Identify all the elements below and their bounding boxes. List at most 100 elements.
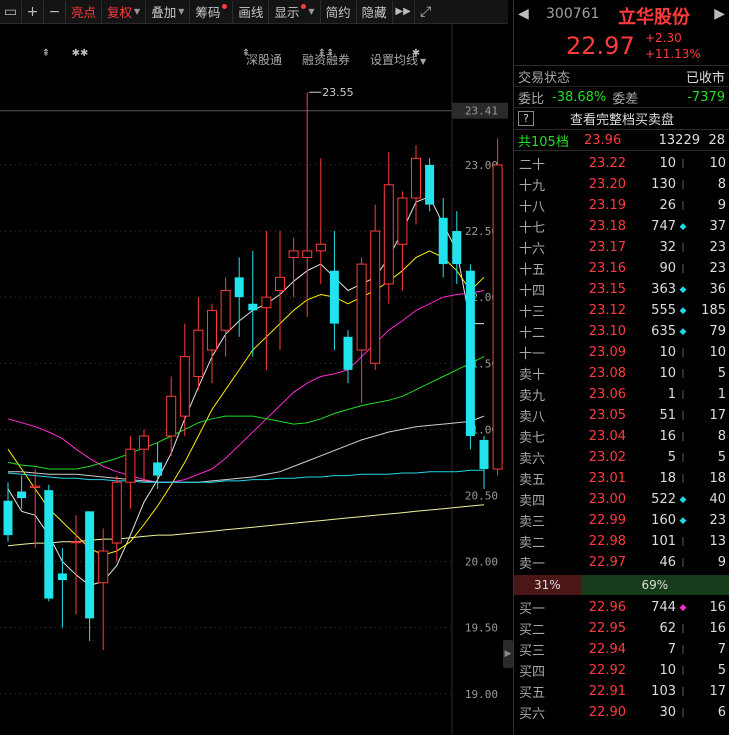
candle-body-down bbox=[343, 336, 353, 370]
candle-body-down bbox=[44, 490, 54, 599]
bid-level-row[interactable]: 买五 22.91 103 | 17 bbox=[514, 681, 729, 702]
ask-level-row[interactable]: 卖十 23.08 10 | 5 bbox=[514, 363, 729, 384]
overlay-button[interactable]: 叠加 ▼ bbox=[146, 0, 191, 23]
fullscreen-icon[interactable]: ⤢ bbox=[415, 1, 437, 23]
highlight-button[interactable]: 亮点 bbox=[66, 0, 103, 23]
ask-level-price: 23.19 bbox=[588, 198, 626, 213]
divider-icon: | bbox=[681, 686, 685, 697]
ask-level-row[interactable]: 卖七 23.04 16 | 8 bbox=[514, 426, 729, 447]
ask-level-row[interactable]: 十一 23.09 10 | 10 bbox=[514, 342, 729, 363]
candle-body-up bbox=[411, 157, 421, 199]
candle-body-up bbox=[302, 250, 313, 258]
chips-button[interactable]: 筹码 bbox=[190, 0, 234, 23]
ask-level-volume: 747 bbox=[651, 219, 676, 234]
ask-level-row[interactable]: 十八 23.19 26 | 9 bbox=[514, 195, 729, 216]
bid-level-price: 22.96 bbox=[588, 600, 626, 615]
bid-level-label: 买四 bbox=[519, 665, 546, 680]
kline-chart[interactable]: 23.41 23.00 22.50 22.00 21.50 21.00 20.50 20.00… bbox=[0, 24, 508, 735]
ma20-line bbox=[7, 290, 485, 483]
ask-level-row[interactable]: 卖四 23.00 522 ◆ 40 bbox=[514, 489, 729, 510]
ask-level-price: 23.16 bbox=[588, 261, 626, 276]
ask-level-price: 23.05 bbox=[588, 408, 626, 423]
price-change: +2.30 +11.13% bbox=[645, 30, 701, 62]
shenguto-link[interactable]: 深股通 bbox=[246, 51, 282, 68]
bid-level-price: 22.91 bbox=[588, 684, 626, 699]
ask-level-count: 13 bbox=[709, 534, 726, 549]
ask-level-price: 23.22 bbox=[588, 156, 626, 171]
candle-body-up bbox=[139, 435, 149, 450]
layout-icon[interactable]: ▭ bbox=[0, 0, 22, 23]
ask-level-row[interactable]: 卖三 22.99 160 ◆ 23 bbox=[514, 510, 729, 531]
divider-icon: | bbox=[681, 242, 685, 253]
next-stock-icon[interactable]: ▶ bbox=[714, 6, 725, 22]
ask-level-volume: 10 bbox=[659, 156, 676, 171]
divider-icon: | bbox=[681, 347, 685, 358]
hide-button[interactable]: 隐藏 bbox=[357, 0, 393, 23]
next-icon[interactable]: ▶▶ bbox=[393, 0, 415, 23]
diamond-icon: ◆ bbox=[679, 515, 687, 526]
ask-level-price: 23.17 bbox=[588, 240, 626, 255]
ma60-line bbox=[8, 415, 485, 483]
display-button[interactable]: 显示 ▼ bbox=[269, 0, 321, 23]
divider-icon: | bbox=[681, 389, 685, 400]
bid-level-row[interactable]: 买四 22.92 10 | 5 bbox=[514, 660, 729, 681]
bid-level-row[interactable]: 买一 22.96 744 ◆ 16 bbox=[514, 597, 729, 618]
simple-mode-button[interactable]: 简约 bbox=[321, 0, 357, 23]
help-icon[interactable]: ? bbox=[518, 111, 534, 126]
candle-body-down bbox=[479, 439, 489, 470]
bid-level-row[interactable]: 买二 22.95 62 | 16 bbox=[514, 618, 729, 639]
candle-body-down bbox=[17, 491, 27, 499]
candle-body-up bbox=[397, 197, 408, 245]
ask-level-price: 22.98 bbox=[588, 534, 626, 549]
ask-level-label: 十四 bbox=[519, 284, 546, 299]
ask-level-count: 23 bbox=[709, 513, 726, 528]
ask-level-row[interactable]: 十九 23.20 130 | 8 bbox=[514, 174, 729, 195]
ask-level-row[interactable]: 十五 23.16 90 | 23 bbox=[514, 258, 729, 279]
bid-level-row[interactable]: 买三 22.94 7 | 7 bbox=[514, 639, 729, 660]
ask-level-price: 23.12 bbox=[588, 303, 626, 318]
ask-level-row[interactable]: 十六 23.17 32 | 23 bbox=[514, 237, 729, 258]
order-diff-value: -7379 bbox=[687, 89, 725, 105]
candle-body-up bbox=[98, 550, 109, 584]
candle-body-down bbox=[248, 303, 258, 311]
order-ratio-value: -38.68% bbox=[552, 89, 607, 105]
margin-link[interactable]: 融资融券 bbox=[302, 51, 350, 68]
ask-level-label: 十三 bbox=[519, 305, 546, 320]
chevron-down-icon: ▼ bbox=[134, 7, 141, 16]
panel-collapse-handle[interactable]: ▶ bbox=[503, 640, 513, 668]
zoom-in-icon[interactable]: + bbox=[22, 0, 44, 23]
bid-level-count: 5 bbox=[717, 663, 726, 678]
ask-level-row[interactable]: 卖二 22.98 101 | 13 bbox=[514, 531, 729, 552]
adjust-button[interactable]: 复权 ▼ bbox=[102, 0, 147, 23]
candle-body-down bbox=[465, 270, 475, 436]
bid-level-price: 22.92 bbox=[588, 663, 626, 678]
ask-level-row[interactable]: 十七 23.18 747 ◆ 37 bbox=[514, 216, 729, 237]
ask-level-row[interactable]: 卖九 23.06 1 | 1 bbox=[514, 384, 729, 405]
draw-line-button[interactable]: 画线 bbox=[233, 0, 270, 23]
ask-level-label: 十五 bbox=[519, 263, 546, 278]
ask-level-row[interactable]: 卖六 23.02 5 | 5 bbox=[514, 447, 729, 468]
bid-level-row[interactable]: 买六 22.90 30 | 6 bbox=[514, 702, 729, 723]
prev-stock-icon[interactable]: ◀ bbox=[518, 6, 529, 22]
ask-level-label: 十八 bbox=[519, 200, 546, 215]
ask-level-count: 9 bbox=[717, 555, 726, 570]
zoom-out-icon[interactable]: − bbox=[44, 0, 66, 23]
bid-level-volume: 7 bbox=[667, 642, 676, 657]
ask-level-count: 5 bbox=[717, 366, 726, 381]
ma-settings-dropdown[interactable]: 设置均线 ▼ bbox=[370, 51, 426, 68]
ask-level-label: 卖三 bbox=[519, 515, 546, 530]
ask-level-row[interactable]: 二十 23.22 10 | 10 bbox=[514, 153, 729, 174]
ask-level-row[interactable]: 十二 23.10 635 ◆ 79 bbox=[514, 321, 729, 342]
ask-level-label: 卖二 bbox=[519, 536, 546, 551]
ask-level-row[interactable]: 卖五 23.01 18 | 18 bbox=[514, 468, 729, 489]
ask-level-row[interactable]: 十三 23.12 555 ◆ 185 bbox=[514, 300, 729, 321]
ask-level-label: 卖四 bbox=[519, 494, 546, 509]
ask-level-label: 十六 bbox=[519, 242, 546, 257]
event-marker: ✱✱ bbox=[72, 48, 89, 59]
ask-level-row[interactable]: 卖八 23.05 51 | 17 bbox=[514, 405, 729, 426]
ask-level-row[interactable]: 十四 23.15 363 ◆ 36 bbox=[514, 279, 729, 300]
ask-level-row[interactable]: 卖一 22.97 46 | 9 bbox=[514, 552, 729, 573]
full-orderbook-link[interactable]: ? 查看完整档买卖盘 bbox=[514, 108, 729, 130]
candle-body-up bbox=[193, 329, 204, 377]
candle-body-up bbox=[315, 243, 326, 252]
